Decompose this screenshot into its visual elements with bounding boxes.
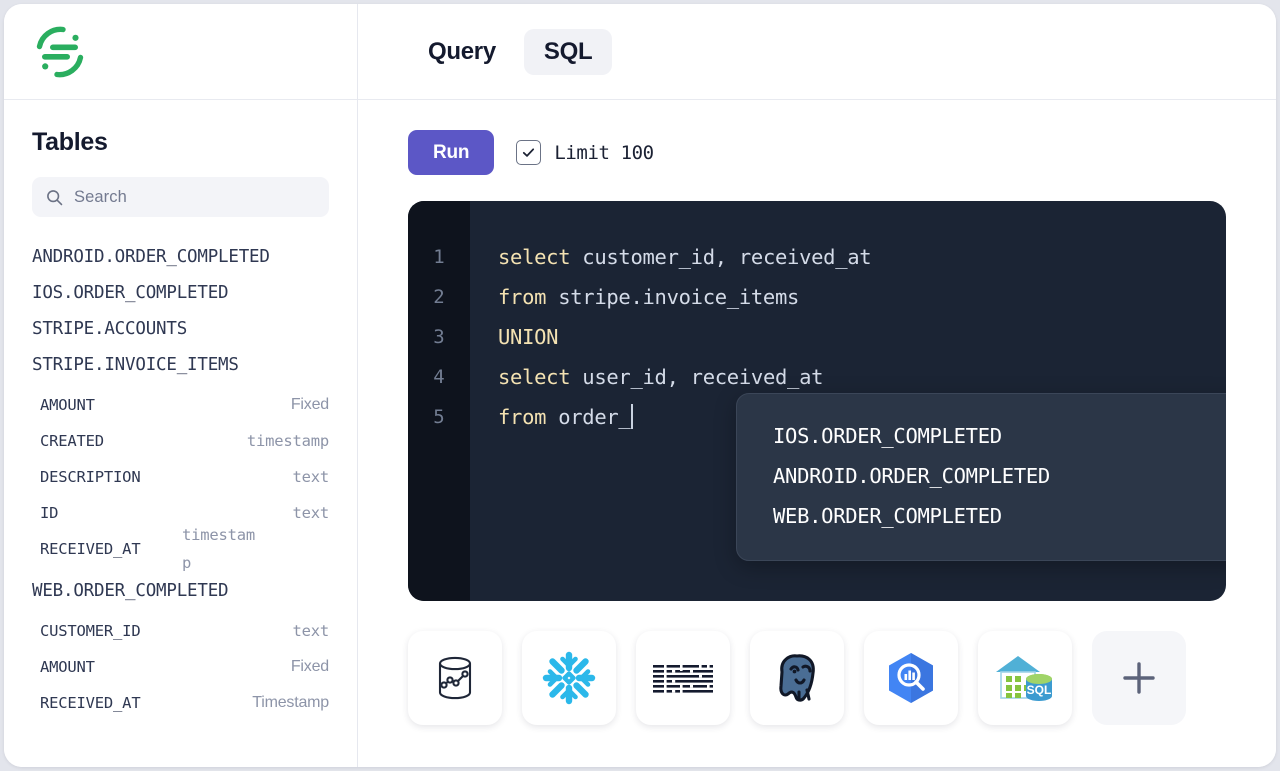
autocomplete-item-web[interactable]: WEB.ORDER_COMPLETED bbox=[737, 496, 1226, 536]
connector-postgresql[interactable] bbox=[750, 631, 844, 725]
sql-editor[interactable]: 1 2 3 4 5 select customer_id, received_a… bbox=[408, 201, 1226, 601]
column-name: AMOUNT bbox=[40, 658, 95, 676]
sql-text: customer_id, received_at bbox=[570, 245, 871, 269]
database-icon bbox=[429, 652, 481, 704]
check-icon bbox=[521, 145, 536, 160]
connector-generic-database[interactable] bbox=[408, 631, 502, 725]
tables-panel: Tables Search ANDROID.ORDER_COMPLETED IO… bbox=[4, 100, 357, 767]
line-number-gutter: 1 2 3 4 5 bbox=[408, 201, 470, 601]
column-type: Fixed bbox=[291, 396, 329, 414]
line-number: 1 bbox=[408, 237, 470, 277]
code-line: from stripe.invoice_items bbox=[498, 277, 1226, 317]
column-row[interactable]: CUSTOMER_ID text bbox=[32, 613, 329, 649]
column-type: timestamp bbox=[182, 521, 258, 577]
connector-snowflake[interactable] bbox=[522, 631, 616, 725]
sidebar: Tables Search ANDROID.ORDER_COMPLETED IO… bbox=[4, 4, 358, 767]
column-row[interactable]: RECEIVED_AT timestamp bbox=[32, 531, 329, 567]
app-window: Tables Search ANDROID.ORDER_COMPLETED IO… bbox=[4, 4, 1276, 767]
autocomplete-dropdown[interactable]: IOS.ORDER_COMPLETED ANDROID.ORDER_COMPLE… bbox=[736, 393, 1226, 561]
code-line: select customer_id, received_at bbox=[498, 237, 1226, 277]
connector-google-bigquery[interactable] bbox=[864, 631, 958, 725]
query-editor-panel: Run Limit 100 1 2 3 4 5 bbox=[358, 100, 1276, 767]
column-type: timestamp bbox=[247, 432, 329, 450]
line-number: 2 bbox=[408, 277, 470, 317]
autocomplete-item-ios[interactable]: IOS.ORDER_COMPLETED bbox=[737, 416, 1226, 456]
tab-bar: Query SQL bbox=[358, 4, 1276, 100]
sql-keyword: select bbox=[498, 245, 570, 269]
line-number: 4 bbox=[408, 357, 470, 397]
column-row[interactable]: DESCRIPTION text bbox=[32, 459, 329, 495]
column-name: CREATED bbox=[40, 432, 104, 450]
search-icon bbox=[46, 189, 63, 206]
tab-query[interactable]: Query bbox=[408, 29, 516, 75]
code-line: UNION bbox=[498, 317, 1226, 357]
postgresql-elephant-icon bbox=[769, 650, 825, 706]
bigquery-icon bbox=[883, 650, 939, 706]
column-row[interactable]: ID text bbox=[32, 495, 329, 531]
sql-keyword: select bbox=[498, 365, 570, 389]
sql-text: stripe.invoice_items bbox=[546, 285, 799, 309]
connector-ibm-db2[interactable] bbox=[636, 631, 730, 725]
column-row[interactable]: RECEIVED_AT Timestamp bbox=[32, 685, 329, 721]
column-type: Fixed bbox=[291, 658, 329, 676]
snowflake-icon bbox=[540, 649, 598, 707]
column-list-stripe-invoice-items: AMOUNT Fixed CREATED timestamp DESCRIPTI… bbox=[32, 387, 329, 567]
column-name: RECEIVED_AT bbox=[40, 540, 140, 558]
table-item-android-order-completed[interactable]: ANDROID.ORDER_COMPLETED bbox=[32, 239, 329, 275]
plus-icon bbox=[1120, 659, 1158, 697]
column-row[interactable]: CREATED timestamp bbox=[32, 423, 329, 459]
limit-label: Limit 100 bbox=[554, 142, 653, 164]
code-line: select user_id, received_at bbox=[498, 357, 1226, 397]
table-item-stripe-invoice-items[interactable]: STRIPE.INVOICE_ITEMS bbox=[32, 347, 329, 383]
column-row[interactable]: AMOUNT Fixed bbox=[32, 649, 329, 685]
column-row[interactable]: AMOUNT Fixed bbox=[32, 387, 329, 423]
table-item-ios-order-completed[interactable]: IOS.ORDER_COMPLETED bbox=[32, 275, 329, 311]
search-input[interactable]: Search bbox=[32, 177, 329, 217]
column-name: CUSTOMER_ID bbox=[40, 622, 140, 640]
column-type: Timestamp bbox=[252, 694, 329, 712]
line-number: 5 bbox=[408, 397, 470, 437]
sql-text: user_id, received_at bbox=[570, 365, 823, 389]
text-cursor bbox=[631, 404, 633, 429]
sidebar-header bbox=[4, 4, 357, 100]
column-type: text bbox=[292, 468, 329, 486]
column-name: ID bbox=[40, 504, 58, 522]
page-title: Tables bbox=[32, 128, 329, 157]
code-area[interactable]: select customer_id, received_at from str… bbox=[470, 201, 1226, 601]
sql-keyword: from bbox=[498, 405, 546, 429]
sql-keyword: from bbox=[498, 285, 546, 309]
sql-keyword: UNION bbox=[498, 325, 558, 349]
editor-toolbar: Run Limit 100 bbox=[408, 130, 1226, 175]
autocomplete-item-android[interactable]: ANDROID.ORDER_COMPLETED bbox=[737, 456, 1226, 496]
column-list-web-order-completed: CUSTOMER_ID text AMOUNT Fixed RECEIVED_A… bbox=[32, 613, 329, 721]
ibm-icon bbox=[652, 663, 714, 693]
search-placeholder: Search bbox=[74, 188, 127, 207]
tab-sql[interactable]: SQL bbox=[524, 29, 612, 75]
connector-bar: SQL bbox=[408, 601, 1226, 725]
column-name: RECEIVED_AT bbox=[40, 694, 140, 712]
segment-logo[interactable] bbox=[32, 24, 88, 80]
column-type: text bbox=[292, 504, 329, 522]
limit-control[interactable]: Limit 100 bbox=[516, 140, 653, 165]
connector-azure-sql-data-warehouse[interactable]: SQL bbox=[978, 631, 1072, 725]
table-item-web-order-completed[interactable]: WEB.ORDER_COMPLETED bbox=[32, 573, 329, 609]
column-name: DESCRIPTION bbox=[40, 468, 140, 486]
main-panel: Query SQL Run Limit 100 1 2 bbox=[358, 4, 1276, 767]
azure-sql-warehouse-icon: SQL bbox=[994, 650, 1056, 706]
svg-text:SQL: SQL bbox=[1027, 683, 1052, 697]
table-item-stripe-accounts[interactable]: STRIPE.ACCOUNTS bbox=[32, 311, 329, 347]
sql-text: order_ bbox=[546, 405, 630, 429]
line-number: 3 bbox=[408, 317, 470, 357]
run-button[interactable]: Run bbox=[408, 130, 494, 175]
column-type: text bbox=[292, 622, 329, 640]
add-connector-button[interactable] bbox=[1092, 631, 1186, 725]
limit-checkbox[interactable] bbox=[516, 140, 541, 165]
column-name: AMOUNT bbox=[40, 396, 95, 414]
